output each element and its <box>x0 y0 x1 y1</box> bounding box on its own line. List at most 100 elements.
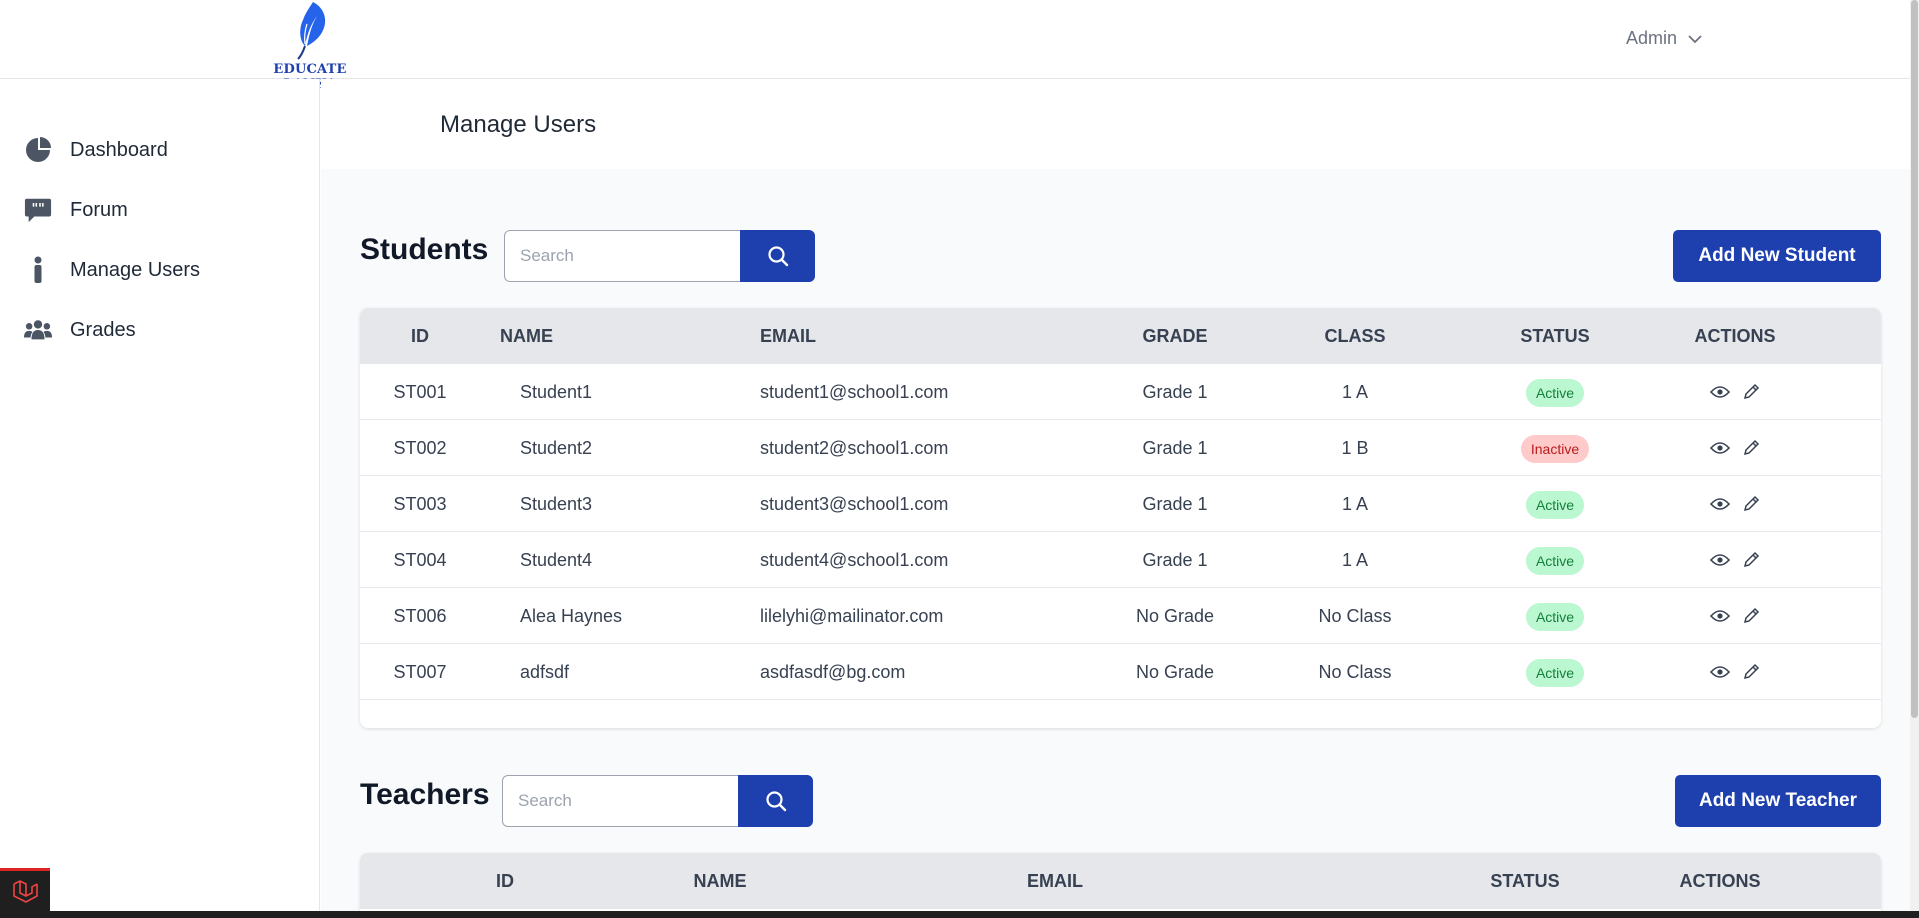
table-row: ST002 Student2 student2@school1.com Grade 1… <box>360 420 1881 476</box>
students-table: ID NAME EMAIL GRADE CLASS STATUS ACTIONS… <box>360 308 1881 728</box>
cell-id: ST004 <box>393 550 447 570</box>
edit-pencil-icon[interactable] <box>1742 663 1760 681</box>
cell-name: Alea Haynes <box>520 606 623 626</box>
view-eye-icon[interactable] <box>1710 385 1730 399</box>
bottom-bar <box>0 911 1919 918</box>
cell-id: ST003 <box>393 494 447 514</box>
column-header-status: STATUS <box>1520 326 1590 346</box>
sidebar-item-dashboard[interactable]: Dashboard <box>24 136 168 164</box>
cell-status: Active <box>1480 532 1630 588</box>
sidebar-item-label: Grades <box>70 318 136 341</box>
cell-id: ST002 <box>393 438 447 458</box>
status-badge: Active <box>1525 603 1585 631</box>
column-header-actions: ACTIONS <box>1694 326 1776 346</box>
cell-status: Active <box>1480 588 1630 644</box>
status-badge: Inactive <box>1520 435 1590 463</box>
sidebar-item-label: Forum <box>70 198 128 221</box>
edit-pencil-icon[interactable] <box>1742 551 1760 569</box>
students-search-input[interactable] <box>504 230 740 282</box>
view-eye-icon[interactable] <box>1710 497 1730 511</box>
cell-status: Inactive <box>1480 420 1630 476</box>
row-actions <box>1710 644 1760 700</box>
edit-pencil-icon[interactable] <box>1742 383 1760 401</box>
teachers-table-header: ID NAME EMAIL STATUS ACTIONS <box>360 853 1881 909</box>
user-menu[interactable]: Admin <box>1626 28 1703 49</box>
status-badge: Active <box>1525 379 1585 407</box>
cell-grade: Grade 1 <box>1142 494 1208 514</box>
column-header-actions: ACTIONS <box>1679 871 1761 891</box>
cell-class: No Class <box>1318 606 1392 626</box>
teachers-search-input[interactable] <box>502 775 738 827</box>
cell-class: No Class <box>1318 662 1392 682</box>
laravel-debugbar-button[interactable] <box>0 868 50 911</box>
edit-pencil-icon[interactable] <box>1742 607 1760 625</box>
cell-id: ST006 <box>393 606 447 626</box>
table-row: ST006 Alea Haynes lilelyhi@mailinator.com N… <box>360 588 1881 644</box>
main-content: Manage Users Students Add New Student ID… <box>321 79 1919 918</box>
row-actions <box>1710 420 1760 476</box>
column-header-name: NAME <box>500 326 553 346</box>
svg-text:": " <box>38 202 45 217</box>
cell-class: 1 B <box>1341 438 1369 458</box>
view-eye-icon[interactable] <box>1710 441 1730 455</box>
cell-grade: Grade 1 <box>1142 382 1208 402</box>
students-search-button[interactable] <box>740 230 815 282</box>
cell-email: student3@school1.com <box>760 494 949 514</box>
sidebar-item-grades[interactable]: Grades <box>24 316 136 344</box>
feather-logo-icon <box>297 2 326 60</box>
row-actions <box>1710 476 1760 532</box>
user-menu-label: Admin <box>1626 28 1678 48</box>
cell-email: student4@school1.com <box>760 550 949 570</box>
search-icon <box>767 246 788 267</box>
cell-name: Student4 <box>520 550 593 570</box>
sidebar-item-manage-users[interactable]: Manage Users <box>24 256 200 284</box>
add-new-teacher-button[interactable]: Add New Teacher <box>1675 775 1881 827</box>
cell-grade: No Grade <box>1135 606 1215 626</box>
cell-grade: No Grade <box>1135 662 1215 682</box>
status-badge: Active <box>1525 659 1585 687</box>
edit-pencil-icon[interactable] <box>1742 495 1760 513</box>
table-row: ST003 Student3 student3@school1.com Grade 1… <box>360 476 1881 532</box>
users-group-icon <box>24 316 52 344</box>
scrollbar-thumb[interactable] <box>1911 0 1918 718</box>
cell-class: 1 A <box>1341 494 1369 514</box>
top-header: EDUCATE LANKA Admin <box>0 0 1919 92</box>
cell-email: student1@school1.com <box>760 382 949 402</box>
students-title: Students <box>360 233 489 266</box>
teachers-search-button[interactable] <box>738 775 813 827</box>
teachers-table: ID NAME EMAIL STATUS ACTIONS <box>360 853 1881 918</box>
students-search <box>504 230 815 282</box>
row-actions <box>1710 588 1760 644</box>
search-icon <box>765 791 786 812</box>
view-eye-icon[interactable] <box>1710 665 1730 679</box>
add-new-student-button[interactable]: Add New Student <box>1673 230 1881 282</box>
view-eye-icon[interactable] <box>1710 609 1730 623</box>
cell-grade: Grade 1 <box>1142 550 1208 570</box>
column-header-id: ID <box>411 326 429 346</box>
cell-name: adfsdf <box>520 662 570 682</box>
cell-email: asdfasdf@bg.com <box>760 662 906 682</box>
column-header-email: EMAIL <box>1027 871 1083 891</box>
educate-lanka-logo[interactable]: EDUCATE LANKA <box>253 0 367 92</box>
cell-name: Student3 <box>520 494 593 514</box>
sidebar-item-forum[interactable]: " " Forum <box>24 196 128 224</box>
cell-id: ST001 <box>393 382 447 402</box>
chevron-down-icon <box>1688 34 1702 43</box>
page-title: Manage Users <box>440 111 597 138</box>
status-badge: Active <box>1525 547 1585 575</box>
view-eye-icon[interactable] <box>1710 553 1730 567</box>
column-header-grade: GRADE <box>1142 326 1208 346</box>
cell-name: Student2 <box>520 438 593 458</box>
sidebar-item-label: Manage Users <box>70 258 201 281</box>
cell-email: student2@school1.com <box>760 438 949 458</box>
students-table-body: ST001 Student1 student1@school1.com Grade 1… <box>360 364 1881 700</box>
cell-status: Active <box>1480 644 1630 700</box>
teachers-search <box>502 775 813 827</box>
table-row: ST001 Student1 student1@school1.com Grade 1… <box>360 364 1881 420</box>
sidebar-item-label: Dashboard <box>70 138 168 161</box>
edit-pencil-icon[interactable] <box>1742 439 1760 457</box>
cell-name: Student1 <box>520 382 593 402</box>
laravel-logo-icon <box>13 880 38 903</box>
cell-class: 1 A <box>1341 550 1369 570</box>
teachers-title: Teachers <box>360 778 490 811</box>
